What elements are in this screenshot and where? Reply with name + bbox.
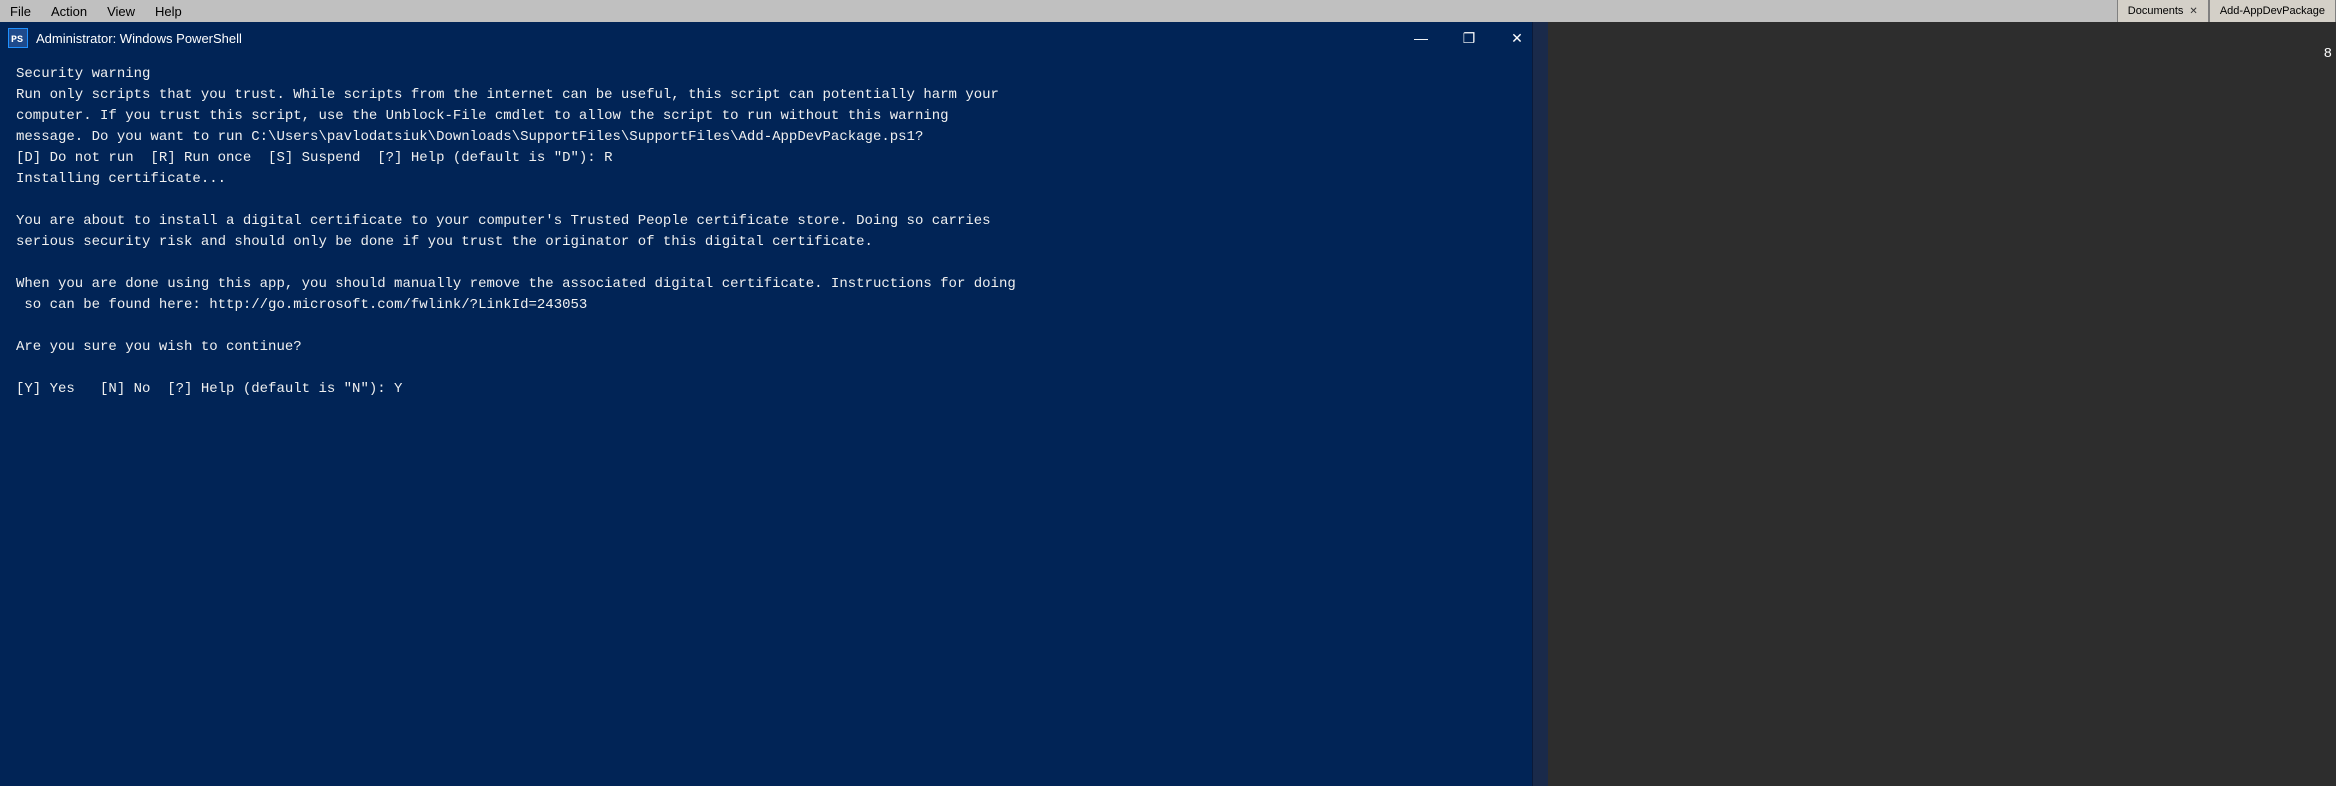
window-controls: — ❐ ✕ [1398, 22, 1540, 54]
menu-file[interactable]: File [10, 4, 31, 19]
taskbar: File Action View Help Documents ✕ Add-Ap… [0, 0, 2336, 22]
powershell-window: PS Administrator: Windows PowerShell — ❐… [0, 22, 1548, 786]
tab-documents[interactable]: Documents ✕ [2117, 0, 2209, 22]
scrollbar[interactable] [1532, 22, 1548, 786]
menu-view[interactable]: View [107, 4, 135, 19]
right-panel: 8 [1548, 22, 2336, 786]
terminal-content[interactable]: Security warning Run only scripts that y… [0, 54, 1548, 786]
window-titlebar: PS Administrator: Windows PowerShell — ❐… [0, 22, 1548, 54]
tab-appdevpackage-label: Add-AppDevPackage [2220, 5, 2325, 17]
tab-appdevpackage[interactable]: Add-AppDevPackage [2209, 0, 2336, 22]
minimize-button[interactable]: — [1398, 22, 1444, 54]
tab-documents-label: Documents [2128, 5, 2184, 17]
restore-button[interactable]: ❐ [1446, 22, 1492, 54]
tab-documents-close[interactable]: ✕ [2189, 6, 2197, 17]
menu-help[interactable]: Help [155, 4, 182, 19]
svg-text:PS: PS [11, 35, 23, 46]
powershell-icon: PS [8, 28, 28, 48]
taskbar-tabs: Documents ✕ Add-AppDevPackage [2117, 0, 2336, 22]
window-title: Administrator: Windows PowerShell [36, 31, 1390, 46]
menu-action[interactable]: Action [51, 4, 87, 19]
side-number: 8 [2320, 44, 2336, 64]
